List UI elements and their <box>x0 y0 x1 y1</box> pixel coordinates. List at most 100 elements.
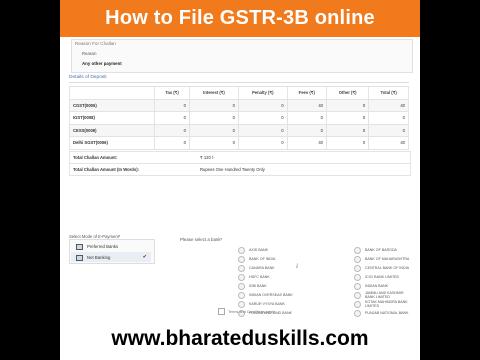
table-cell: 0 <box>368 111 409 125</box>
bank-radio-iob[interactable]: INDIAN OVERSEAS BANK <box>238 291 293 299</box>
bank-radio-idbi[interactable]: IDBI BANK <box>238 282 267 290</box>
table-cell: 40 <box>368 98 409 112</box>
bank-selection-panel: Please select a bank* AXIS BANK BANK OF … <box>162 237 412 317</box>
radio-icon <box>238 255 245 263</box>
bank-label: ICICI BANK LIMITED <box>365 275 400 279</box>
radio-icon <box>238 282 245 290</box>
bank-radio-kotak[interactable]: KOTAK MAHINDRA BANK LIMITED <box>354 300 412 308</box>
payment-option-label: Net Banking <box>87 254 111 260</box>
table-row: IGST(0008) 0 0 0 0 0 0 <box>69 111 409 125</box>
row-label: CGST(0005) <box>69 98 155 112</box>
bank-label: BANK OF INDIA <box>249 257 276 261</box>
table-cell: 0 <box>188 123 239 137</box>
bank-label: BANK OF MAHARASHTRA <box>365 257 410 261</box>
bank-icon <box>76 244 83 250</box>
bank-radio-boi[interactable]: BANK OF INDIA <box>238 255 276 263</box>
payment-option-preferred-banks[interactable]: Preferred Banks <box>71 241 151 251</box>
bank-label: CENTRAL BANK OF INDIA <box>365 266 409 270</box>
bank-label: PUNJAB NATIONAL BANK <box>365 311 409 315</box>
table-cell: 0 <box>325 136 370 150</box>
table-header-row: Tax (₹) Interest (₹) Penalty (₹) Fees (₹… <box>69 86 409 100</box>
challan-form: Reason For Challan Reason Any other paym… <box>66 37 416 335</box>
bank-label: IDBI BANK <box>249 284 267 288</box>
table-row: CESS(0009) 0 0 0 0 0 0 <box>69 123 409 137</box>
table-row: CGST(0005) 0 0 0 40 0 40 <box>69 98 409 112</box>
radio-icon <box>238 291 245 299</box>
video-frame: How to File GSTR-3B online Reason For Ch… <box>60 0 420 360</box>
table-row: Delhi SGST(0006) 0 0 0 40 0 40 <box>69 136 409 150</box>
table-header: Tax (₹) <box>154 86 190 100</box>
reason-section: Reason For Challan Reason Any other paym… <box>71 39 413 73</box>
radio-icon <box>354 264 361 272</box>
radio-icon <box>238 273 245 281</box>
radio-icon <box>354 246 361 254</box>
table-cell: 0 <box>325 111 370 125</box>
table-cell: 0 <box>237 123 288 137</box>
checkmark-icon: ✔ <box>142 254 147 260</box>
terms-checkbox-row[interactable]: Terms and Conditions apply <box>218 308 275 315</box>
radio-icon <box>354 282 361 290</box>
bank-radio-jk[interactable]: JAMMU AND KASHMIR BANK LIMITED <box>354 291 412 299</box>
bank-radio-hdfc[interactable]: HDFC BANK <box>238 273 270 281</box>
table-cell: 0 <box>154 123 190 137</box>
row-label: IGST(0008) <box>69 111 155 125</box>
table-cell: 0 <box>188 136 239 150</box>
radio-icon <box>354 273 361 281</box>
reason-label: Reason <box>82 51 97 56</box>
bank-label: BANK OF BARODA <box>365 248 397 252</box>
bank-radio-icici[interactable]: ICICI BANK LIMITED <box>354 273 400 281</box>
radio-icon <box>238 246 245 254</box>
table-cell: 0 <box>154 136 190 150</box>
bank-radio-canara[interactable]: CANARA BANK <box>238 264 275 272</box>
payment-option-label: Preferred Banks <box>87 243 119 249</box>
table-cell: 0 <box>237 136 288 150</box>
table-header: Other (₹) <box>325 86 370 100</box>
table-cell: 0 <box>286 123 328 137</box>
radio-icon <box>354 309 361 317</box>
bank-radio-bob[interactable]: BANK OF BARODA <box>354 246 397 254</box>
table-cell: 0 <box>188 98 239 112</box>
amount-in-words-row: Total Challan Amount (In Words): Rupees … <box>69 163 411 176</box>
divider <box>69 82 409 83</box>
bank-radio-axis[interactable]: AXIS BANK <box>238 246 268 254</box>
details-of-deposit-title: Details of Deposit <box>69 75 107 80</box>
bank-radio-bom[interactable]: BANK OF MAHARASHTRA <box>354 255 410 263</box>
bank-label: KARUR VYSYA BANK <box>249 302 285 306</box>
payment-mode-list: Preferred Banks Net Banking ✔ <box>69 239 155 264</box>
table-cell: 40 <box>286 98 328 112</box>
radio-icon <box>238 264 245 272</box>
table-cell: 0 <box>368 123 409 137</box>
reason-section-title: Reason For Challan <box>75 41 116 46</box>
terms-label: Terms and Conditions apply <box>228 309 275 314</box>
table-header: Penalty (₹) <box>237 86 288 100</box>
bank-label: HDFC BANK <box>249 275 270 279</box>
row-label: Delhi SGST(0006) <box>69 136 155 150</box>
bank-radio-kvb[interactable]: KARUR VYSYA BANK <box>238 300 285 308</box>
table-header: Interest (₹) <box>188 86 239 100</box>
bank-radio-cbi[interactable]: CENTRAL BANK OF INDIA <box>354 264 409 272</box>
table-cell: 0 <box>154 98 190 112</box>
bank-label: KOTAK MAHINDRA BANK LIMITED <box>365 300 408 308</box>
mouse-cursor-icon: ⅈ <box>296 264 299 270</box>
amount-in-words-value: Rupees One Hundred Twenty Only <box>200 167 265 172</box>
table-cell: 40 <box>368 136 409 150</box>
reason-value: Any other payment <box>82 61 122 66</box>
bank-label: INDIAN BANK <box>365 284 388 288</box>
payment-option-net-banking[interactable]: Net Banking ✔ <box>71 252 151 262</box>
deposit-table: Tax (₹) Interest (₹) Penalty (₹) Fees (₹… <box>69 86 409 150</box>
table-cell: 0 <box>237 111 288 125</box>
row-label: CESS(0009) <box>69 123 155 137</box>
table-cell: 0 <box>286 111 328 125</box>
checkbox-icon <box>218 308 225 315</box>
bank-radio-pnb[interactable]: PUNJAB NATIONAL BANK <box>354 309 409 317</box>
bank-radio-indian[interactable]: INDIAN BANK <box>354 282 388 290</box>
radio-icon <box>354 300 361 308</box>
table-cell: 40 <box>286 136 328 150</box>
total-amount-label: Total Challan Amount: <box>73 155 118 160</box>
table-cell: 0 <box>188 111 239 125</box>
website-footer: www.bharateduskills.com <box>60 318 420 360</box>
table-cell: 0 <box>325 98 370 112</box>
table-header: Fees (₹) <box>286 86 328 100</box>
radio-icon <box>238 300 245 308</box>
bank-selection-title: Please select a bank* <box>180 237 223 242</box>
